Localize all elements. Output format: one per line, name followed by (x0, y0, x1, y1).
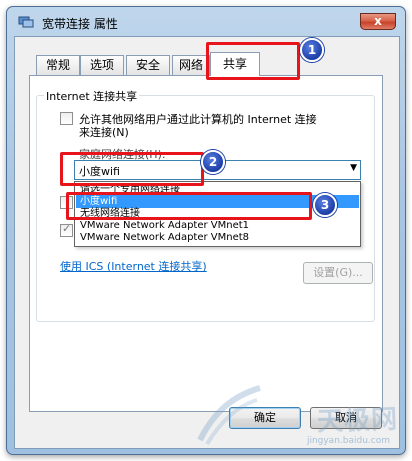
selected-network-value: 小度wifi (79, 165, 120, 178)
allow-control-checkbox[interactable] (60, 222, 73, 237)
ics-group-label: Internet 连接共享 (44, 88, 140, 104)
dropdown-option[interactable]: VMware Network Adapter VMnet8 (76, 231, 359, 244)
close-button[interactable]: x (360, 13, 396, 30)
allow-sharing-checkbox[interactable] (60, 112, 73, 125)
step-badge-3: 3 (313, 193, 337, 217)
network-connection-icon (18, 16, 34, 28)
tab-security[interactable]: 安全 (126, 55, 170, 75)
settings-button[interactable]: 设置(G)... (303, 262, 373, 284)
tab-general[interactable]: 常规 (36, 55, 80, 75)
hidden-option-checkbox[interactable] (60, 196, 73, 209)
tab-networking[interactable]: 网络 (172, 55, 210, 75)
tab-options[interactable]: 选项 (80, 55, 124, 75)
tab-sharing[interactable]: 共享 (210, 52, 260, 76)
watermark-text: 天极网 (316, 404, 399, 438)
watermark-url: jingyan.baidu.com (306, 436, 390, 446)
window-title: 宽带连接 属性 (42, 17, 118, 31)
ics-help-link[interactable]: 使用 ICS (Internet 连接共享) (60, 258, 207, 274)
step-badge-2: 2 (201, 150, 225, 174)
watermark-logo-icon (197, 385, 261, 446)
allow-sharing-label-line2: 来连接(N) (79, 126, 129, 139)
step-badge-1: 1 (300, 38, 324, 62)
title-bar[interactable]: 宽带连接 属性 x (6, 6, 406, 36)
chevron-down-icon[interactable]: ▼ (350, 163, 357, 173)
